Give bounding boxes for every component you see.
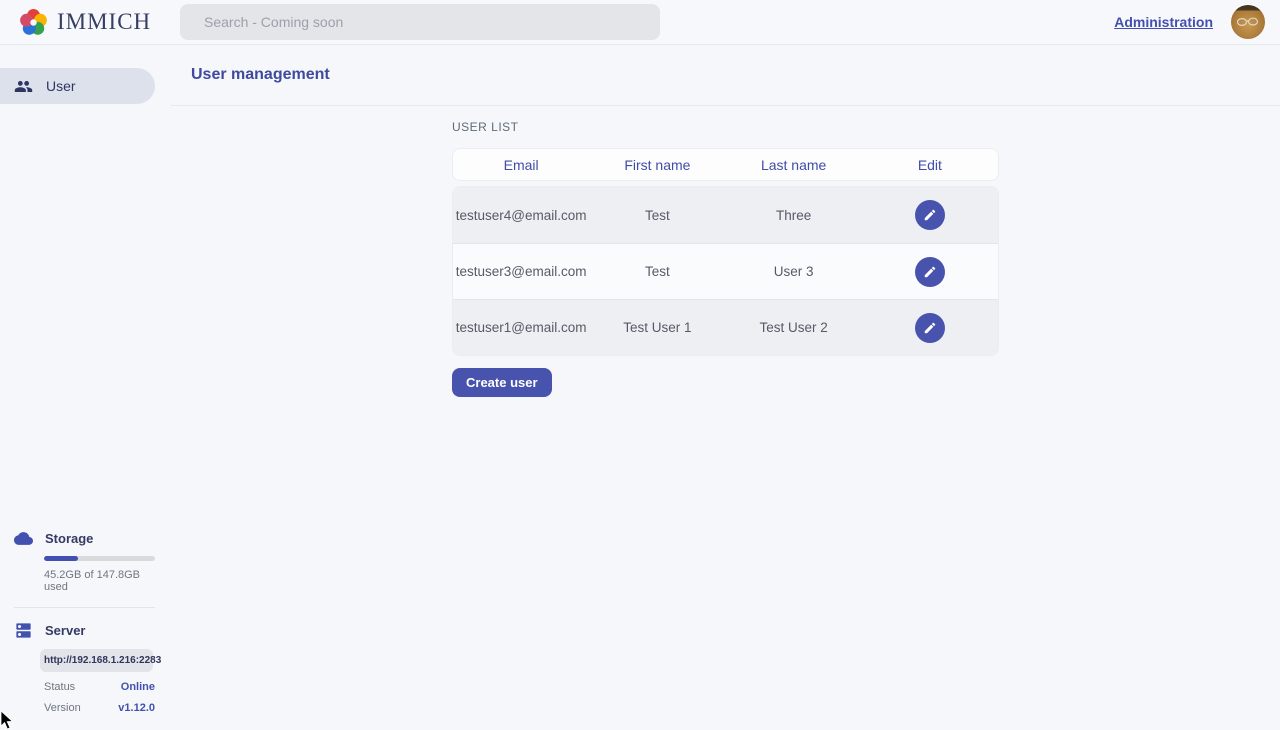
storage-progress-bar [44,556,155,561]
main-content: User management USER LIST Email First na… [171,45,1280,730]
server-status-label: Status [44,681,75,693]
brand-home-link[interactable]: IMMICH [0,8,151,37]
sidebar-divider [14,607,155,608]
table-row: testuser3@email.com Test User 3 [453,243,998,299]
cell-email: testuser1@email.com [453,320,589,335]
topbar-right: Administration [1114,5,1280,39]
glasses-photo-detail [1236,17,1260,27]
column-header-email: Email [453,157,589,173]
administration-link[interactable]: Administration [1114,14,1213,30]
sidebar-footer: Storage 45.2GB of 147.8GB used Server ht… [0,529,171,730]
sidebar: User Storage 45.2GB of 147.8GB used [0,45,171,730]
table-row: testuser4@email.com Test Three [453,187,998,243]
server-icon [14,621,33,640]
user-table-header: Email First name Last name Edit [452,148,999,181]
cell-first-name: Test [589,264,725,279]
top-navigation-bar: IMMICH Administration [0,0,1280,45]
search-input[interactable] [180,4,660,40]
cell-last-name: Three [726,208,862,223]
server-title: Server [45,623,85,638]
create-user-button[interactable]: Create user [452,368,552,397]
users-icon [14,77,33,96]
server-version-label: Version [44,702,81,714]
pencil-icon [923,208,937,222]
column-header-first-name: First name [589,157,725,173]
pencil-icon [923,265,937,279]
cell-email: testuser3@email.com [453,264,589,279]
edit-user-button[interactable] [915,313,945,343]
storage-usage-text: 45.2GB of 147.8GB used [44,569,155,593]
cell-first-name: Test User 1 [589,320,725,335]
storage-progress-fill [44,556,78,561]
immich-logo-icon [19,8,48,37]
user-list-section-label: USER LIST [452,120,999,134]
server-status-value: Online [121,681,155,693]
brand-name: IMMICH [57,9,151,35]
user-avatar[interactable] [1231,5,1265,39]
server-url-badge: http://192.168.1.216:2283 [40,649,153,672]
server-version-value: v1.12.0 [118,702,155,714]
storage-title: Storage [45,531,93,546]
column-header-edit: Edit [862,157,998,173]
cell-first-name: Test [589,208,725,223]
sidebar-item-label: User [46,78,76,94]
edit-user-button[interactable] [915,200,945,230]
column-header-last-name: Last name [726,157,862,173]
pencil-icon [923,321,937,335]
cell-last-name: Test User 2 [726,320,862,335]
edit-user-button[interactable] [915,257,945,287]
user-table-body: testuser4@email.com Test Three te [452,186,999,356]
page-title: User management [191,66,330,84]
cell-email: testuser4@email.com [453,208,589,223]
cloud-icon [14,529,33,548]
sidebar-item-user[interactable]: User [0,68,155,104]
cell-last-name: User 3 [726,264,862,279]
table-row: testuser1@email.com Test User 1 Test Use… [453,299,998,355]
